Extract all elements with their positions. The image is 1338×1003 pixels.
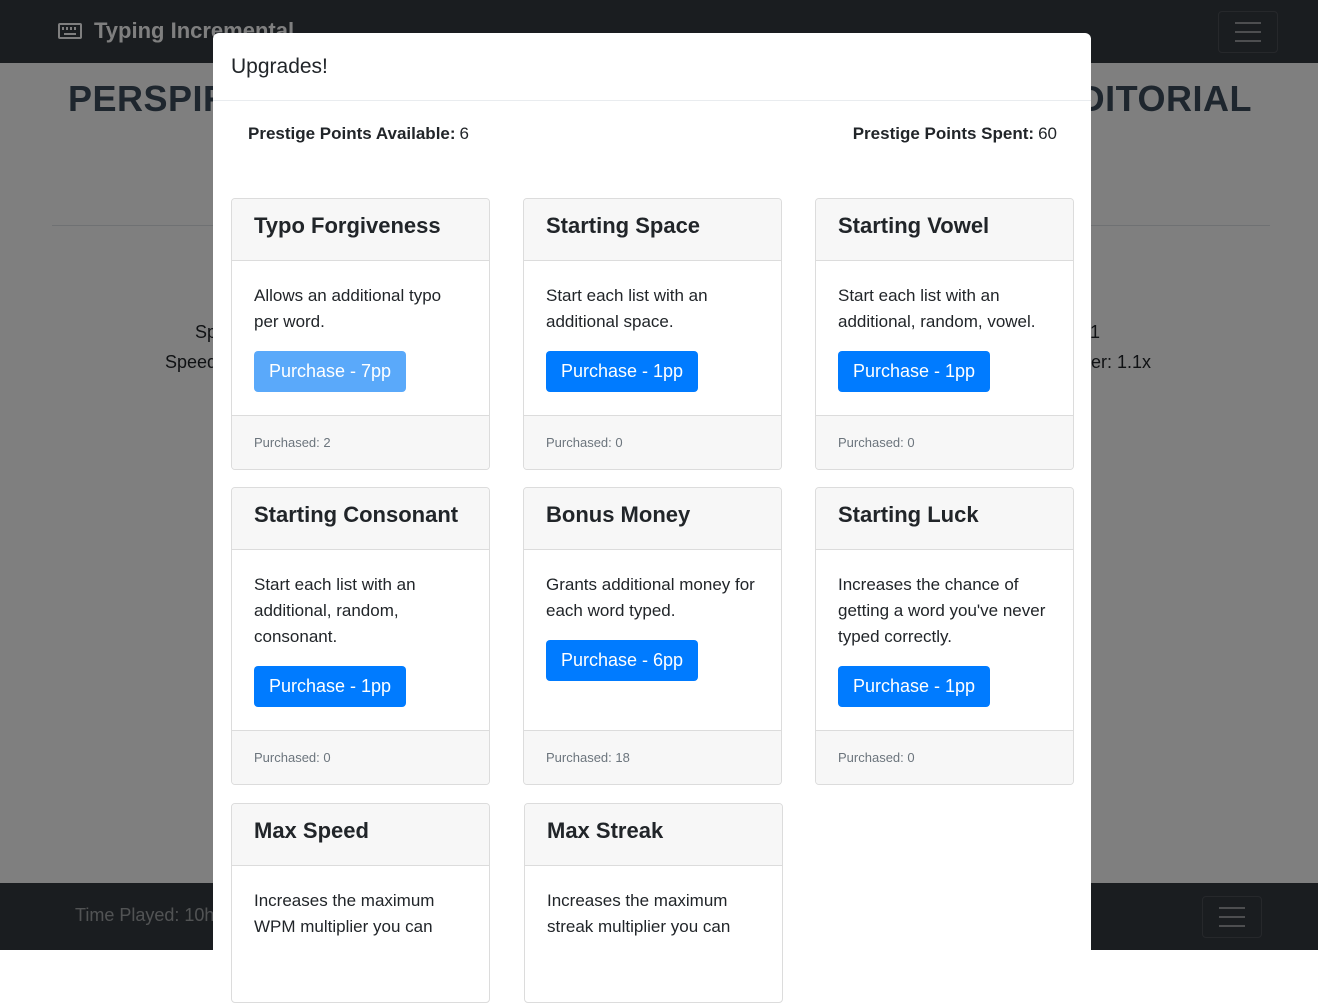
upgrade-description: Increases the maximum WPM multiplier you… [254, 891, 435, 936]
upgrade-description: Grants additional money for each word ty… [546, 575, 755, 620]
purchased-count: Purchased: 2 [232, 415, 489, 469]
upgrade-card-starting-luck: Starting Luck Increases the chance of ge… [815, 487, 1074, 785]
points-available-value: 6 [459, 124, 469, 143]
upgrade-card-starting-space: Starting Space Start each list with an a… [523, 198, 782, 470]
upgrade-title: Starting Luck [816, 488, 1073, 550]
upgrade-title: Starting Vowel [816, 199, 1073, 261]
points-available-label: Prestige Points Available: [248, 124, 456, 143]
upgrade-description: Increases the maximum streak multiplier … [547, 891, 731, 936]
upgrade-card-max-streak: Max Streak Increases the maximum streak … [524, 803, 783, 1003]
upgrade-title: Starting Consonant [232, 488, 489, 550]
purchased-count: Purchased: 0 [524, 415, 781, 469]
upgrade-title: Max Streak [525, 804, 782, 866]
scrollbar[interactable] [1318, 0, 1338, 950]
purchase-button[interactable]: Purchase - 6pp [546, 640, 699, 681]
upgrade-description: Increases the chance of getting a word y… [838, 575, 1046, 646]
upgrade-card-starting-vowel: Starting Vowel Start each list with an a… [815, 198, 1074, 470]
purchase-button[interactable]: Purchase - 1pp [254, 666, 407, 707]
upgrade-description: Start each list with an additional space… [546, 286, 708, 331]
purchase-button[interactable]: Purchase - 1pp [838, 666, 991, 707]
points-spent: Prestige Points Spent: 60 [853, 124, 1057, 144]
upgrade-title: Starting Space [524, 199, 781, 261]
upgrade-card-starting-consonant: Starting Consonant Start each list with … [231, 487, 490, 785]
upgrade-description: Start each list with an additional, rand… [838, 286, 1036, 331]
upgrade-card-max-speed: Max Speed Increases the maximum WPM mult… [231, 803, 490, 1003]
upgrades-modal: Upgrades! Prestige Points Available: 6 Pr… [213, 33, 1091, 1003]
points-spent-value: 60 [1038, 124, 1057, 143]
upgrade-title: Typo Forgiveness [232, 199, 489, 261]
upgrade-card-typo-forgiveness: Typo Forgiveness Allows an additional ty… [231, 198, 490, 470]
points-spent-label: Prestige Points Spent: [852, 124, 1035, 143]
modal-title: Upgrades! [213, 33, 1091, 101]
upgrade-title: Bonus Money [524, 488, 781, 550]
purchased-count: Purchased: 18 [524, 730, 781, 784]
purchased-count: Purchased: 0 [816, 730, 1073, 784]
purchase-button[interactable]: Purchase - 1pp [546, 351, 699, 392]
upgrade-title: Max Speed [232, 804, 489, 866]
purchase-button[interactable]: Purchase - 1pp [838, 351, 991, 392]
prestige-points-summary: Prestige Points Available: 6 Prestige Poi… [213, 101, 1091, 165]
purchased-count: Purchased: 0 [816, 415, 1073, 469]
upgrade-description: Start each list with an additional, rand… [254, 575, 416, 646]
upgrade-description: Allows an additional typo per word. [254, 286, 442, 331]
purchase-button[interactable]: Purchase - 7pp [254, 351, 407, 392]
purchased-count: Purchased: 0 [232, 730, 489, 784]
points-available: Prestige Points Available: 6 [248, 124, 469, 144]
upgrade-card-bonus-money: Bonus Money Grants additional money for … [523, 487, 782, 785]
